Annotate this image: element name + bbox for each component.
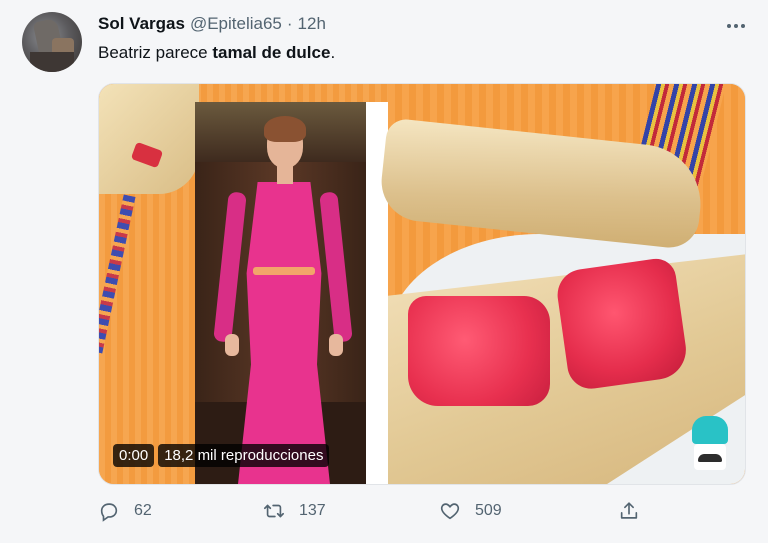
chef-mascot-icon (689, 416, 731, 474)
avatar[interactable] (22, 12, 82, 72)
tweet[interactable]: Sol Vargas @Epitelia65 · 12h Beatriz par… (0, 0, 768, 543)
author-name[interactable]: Sol Vargas (98, 14, 185, 34)
tweet-header: Sol Vargas @Epitelia65 · 12h (98, 14, 326, 34)
retweet-button[interactable]: 137 (263, 500, 326, 522)
reply-button[interactable]: 62 (98, 500, 152, 522)
tweet-text-bold: tamal de dulce (212, 43, 331, 62)
separator-dot: · (286, 14, 293, 33)
timestamp[interactable]: 12h (298, 14, 326, 34)
tweet-actions: 62 137 509 (98, 500, 658, 530)
retweet-count: 137 (299, 502, 326, 519)
share-button[interactable] (618, 500, 640, 522)
video-player[interactable] (195, 102, 366, 484)
tweet-text: Beatriz parece tamal de dulce. (98, 43, 335, 63)
more-horizontal-icon[interactable] (722, 16, 750, 36)
tweet-text-end: . (330, 43, 336, 62)
reply-icon (100, 503, 118, 522)
author-handle[interactable]: @Epitelia65 (190, 14, 282, 34)
pink-tamal (554, 256, 690, 392)
tweet-media[interactable]: 0:00 18,2 mil reproducciones (98, 83, 746, 485)
heart-icon (440, 503, 460, 520)
like-count: 509 (475, 502, 502, 519)
like-button[interactable]: 509 (439, 500, 502, 522)
tweet-text-plain: Beatriz parece (98, 43, 213, 62)
reply-count: 62 (134, 502, 152, 519)
video-views: 18,2 mil reproducciones (158, 444, 330, 467)
video-time: 0:00 (113, 444, 155, 467)
video-badge: 0:00 18,2 mil reproducciones (113, 444, 330, 467)
share-icon (620, 502, 638, 519)
media-left-panel: 0:00 18,2 mil reproducciones (99, 84, 388, 484)
retweet-icon (264, 504, 284, 518)
pink-tamal (408, 296, 550, 406)
